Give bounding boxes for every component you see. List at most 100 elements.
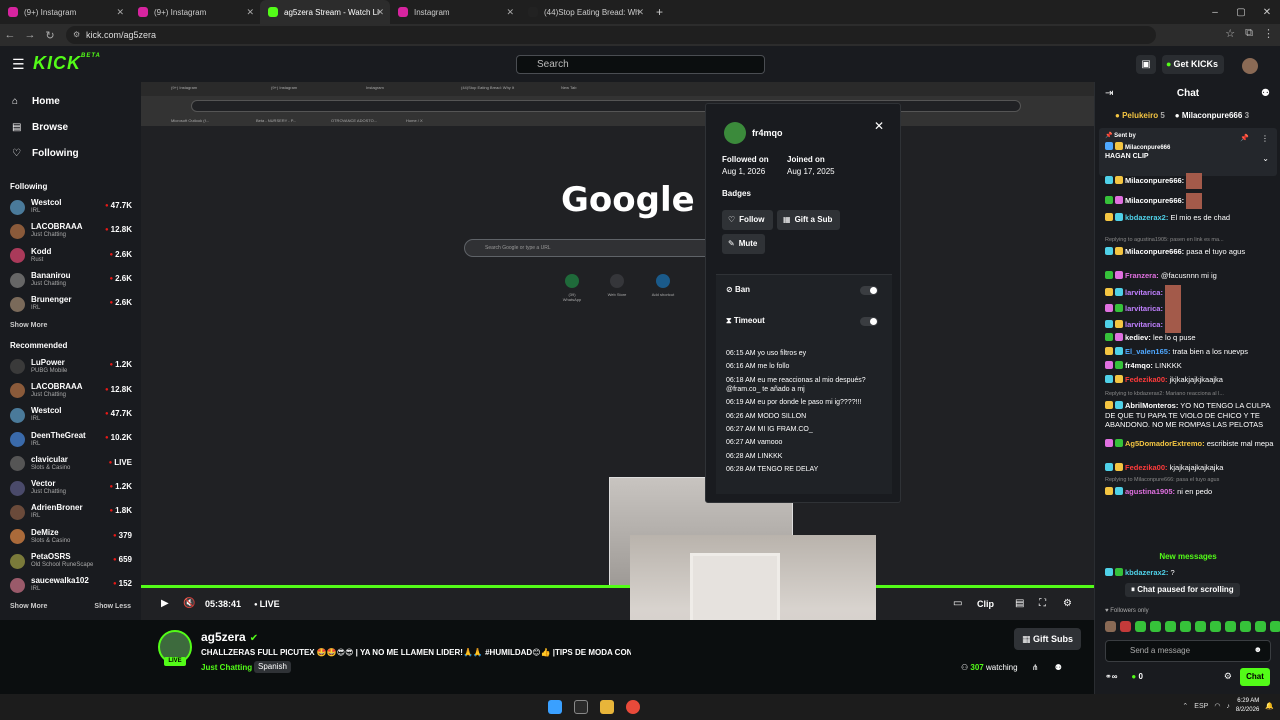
close-tab-icon[interactable]: ✕	[636, 7, 644, 18]
chat-paused-button[interactable]: ⏸ Chat paused for scrolling	[1125, 583, 1240, 597]
chat-username[interactable]: larvitarica:	[1125, 320, 1163, 329]
tray-lang[interactable]: ESP	[1194, 703, 1208, 710]
chat-username[interactable]: kediev:	[1125, 333, 1151, 342]
close-tab-icon[interactable]: ✕	[116, 7, 124, 18]
dashboard-icon[interactable]: ▣	[1136, 55, 1157, 74]
kicks-balance[interactable]: ● 0	[1131, 672, 1143, 681]
file-explorer-icon[interactable]	[600, 700, 614, 714]
windows-start-icon[interactable]	[548, 700, 562, 714]
maximize-icon[interactable]: ▢	[1228, 7, 1254, 18]
browser-tab[interactable]: Instagram ✕	[390, 0, 520, 24]
chat-username[interactable]: Milaconpure666:	[1125, 247, 1184, 256]
notifications-icon[interactable]: 🔔	[1265, 702, 1274, 710]
close-tab-icon[interactable]: ✕	[376, 7, 384, 18]
chat-settings-icon[interactable]: ⚙	[1224, 671, 1232, 682]
streamer-name[interactable]: ag5zera ✔	[201, 630, 258, 644]
emote-icon[interactable]	[1210, 621, 1221, 632]
chevron-down-icon[interactable]: ⌄	[1262, 154, 1269, 163]
emote-icon[interactable]	[1165, 621, 1176, 632]
fullscreen-icon[interactable]: ⛶	[1039, 598, 1046, 609]
chrome-icon[interactable]	[626, 700, 640, 714]
emote-icon[interactable]	[1270, 621, 1280, 632]
share-icon[interactable]: ⋔	[1032, 663, 1039, 672]
reload-icon[interactable]: ↻	[40, 29, 60, 42]
emote-icon[interactable]	[1255, 621, 1266, 632]
get-kicks-button[interactable]: ● Get KICKs	[1162, 55, 1224, 74]
play-icon[interactable]: ▶	[161, 598, 169, 609]
chat-username[interactable]: Milaconpure666:	[1125, 176, 1184, 185]
follow-button[interactable]: ♡ Follow	[722, 210, 773, 230]
tray-chevron-icon[interactable]: ⌃	[1182, 702, 1188, 710]
chat-username[interactable]: larvitarica:	[1125, 288, 1163, 297]
more-options-icon[interactable]: ⋮	[1261, 134, 1269, 143]
sidebar-nav-home[interactable]: ⌂ Home	[0, 88, 141, 114]
address-bar[interactable]: kick.com/ag5zera	[66, 26, 1156, 44]
close-tab-icon[interactable]: ✕	[506, 7, 514, 18]
sidebar-channel[interactable]: DeMizeSlots & Casino 379	[0, 525, 141, 549]
back-icon[interactable]: ←	[0, 29, 20, 41]
chat-username[interactable]: Milaconpure666:	[1125, 196, 1184, 205]
menu-icon[interactable]: ⋮	[1263, 27, 1274, 40]
emote-icon[interactable]	[1120, 621, 1131, 632]
chat-username[interactable]: AbrilMonteros:	[1125, 401, 1178, 410]
user-avatar[interactable]	[1242, 58, 1258, 74]
sidebar-channel[interactable]: VectorJust Chatting 1.2K	[0, 476, 141, 500]
sidebar-channel[interactable]: DeenTheGreatIRL 10.2K	[0, 427, 141, 451]
emote-icon[interactable]	[1150, 621, 1161, 632]
video-player[interactable]: (9+) Instagram (9+) Instagram Instagram …	[141, 82, 1094, 620]
kick-logo[interactable]: KICKBETA	[33, 53, 101, 74]
chat-reply-context[interactable]: Replying to Milaconpure666: pasa el tuyo…	[1105, 477, 1275, 483]
system-clock[interactable]: 6:29 AM 8/2/2026	[1236, 697, 1259, 715]
sidebar-channel[interactable]: PetaOSRSOld School RuneScape 659	[0, 549, 141, 573]
volume-icon[interactable]: ♪	[1226, 703, 1230, 710]
chat-username[interactable]: Fedezika00:	[1125, 463, 1168, 472]
chat-username[interactable]: Franzera:	[1125, 271, 1159, 280]
search-icon[interactable]	[574, 700, 588, 714]
sidebar-channel[interactable]: WestcolIRL 47.7K	[0, 195, 141, 219]
browser-tab[interactable]: (44)Stop Eating Bread: Why It ✕	[520, 0, 650, 24]
sidebar-channel[interactable]: saucewalka102IRL 152	[0, 573, 141, 597]
sidebar-channel[interactable]: LACOBRAAAJust Chatting 12.8K	[0, 379, 141, 403]
chat-reply-context[interactable]: Replying to kbdazerax2: Mariano reaccion…	[1105, 391, 1275, 397]
star-icon[interactable]: ☆	[1225, 27, 1235, 40]
browser-tab[interactable]: ag5zera Stream - Watch Live on✕	[260, 0, 390, 24]
browser-tab[interactable]: (9+) Instagram ✕	[130, 0, 260, 24]
chat-send-button[interactable]: Chat	[1240, 668, 1270, 686]
browser-tab[interactable]: (9+) Instagram ✕	[0, 0, 130, 24]
pip-icon[interactable]: ▤	[1015, 598, 1024, 609]
show-more-recommended[interactable]: Show More	[0, 597, 57, 616]
forward-icon[interactable]: →	[20, 29, 40, 41]
extensions-icon[interactable]: ⧉	[1245, 27, 1253, 40]
theatre-mode-icon[interactable]: ▭	[953, 598, 962, 609]
chat-username[interactable]: Fedezika00:	[1125, 375, 1168, 384]
follow-user-icon[interactable]: ⚉	[1055, 663, 1062, 672]
settings-gear-icon[interactable]: ⚙	[1063, 598, 1072, 609]
sidebar-channel[interactable]: WestcolIRL 47.7K	[0, 403, 141, 427]
close-window-icon[interactable]: ✕	[1254, 7, 1280, 18]
chat-username[interactable]: agustina1905:	[1125, 487, 1175, 496]
pinned-message[interactable]: 📌 Sent by Milaconpure666 HAGAN CLIP 📌 ⋮ …	[1099, 128, 1277, 176]
sidebar-channel[interactable]: LuPowerPUBG Mobile 1.2K	[0, 354, 141, 378]
chat-username[interactable]: kbdazerax2:	[1125, 213, 1168, 222]
emote-icon[interactable]	[1225, 621, 1236, 632]
chat-users-icon[interactable]: ⚉	[1261, 88, 1270, 99]
chat-username[interactable]: larvitarica:	[1125, 304, 1163, 313]
sidebar-channel[interactable]: LACOBRAAAJust Chatting 12.8K	[0, 219, 141, 243]
gift-subs-button[interactable]: ▦ Gift Subs	[1014, 628, 1082, 650]
emote-icon[interactable]	[1105, 621, 1116, 632]
emoji-icon[interactable]: ☻	[1254, 645, 1262, 654]
chat-tools-icon[interactable]: ⚭∞	[1105, 672, 1117, 681]
close-tab-icon[interactable]: ✕	[246, 7, 254, 18]
chat-reply-context[interactable]: Replying to agustina1905: pasen en link …	[1105, 237, 1275, 243]
ban-toggle[interactable]	[860, 286, 878, 295]
stream-category[interactable]: Just Chatting	[201, 663, 252, 672]
sidebar-channel[interactable]: KoddRust 2.6K	[0, 244, 141, 268]
chat-username[interactable]: fr4mqo:	[1125, 361, 1153, 370]
chat-input[interactable]: Send a message	[1105, 640, 1271, 662]
video-progress-bar[interactable]	[141, 585, 1094, 588]
minimize-icon[interactable]: –	[1202, 7, 1228, 18]
mute-volume-icon[interactable]: 🔇	[183, 598, 195, 609]
sidebar-nav-following[interactable]: ♡ Following	[0, 140, 141, 166]
emote-icon[interactable]	[1180, 621, 1191, 632]
mute-button[interactable]: ✎ Mute	[722, 234, 766, 254]
